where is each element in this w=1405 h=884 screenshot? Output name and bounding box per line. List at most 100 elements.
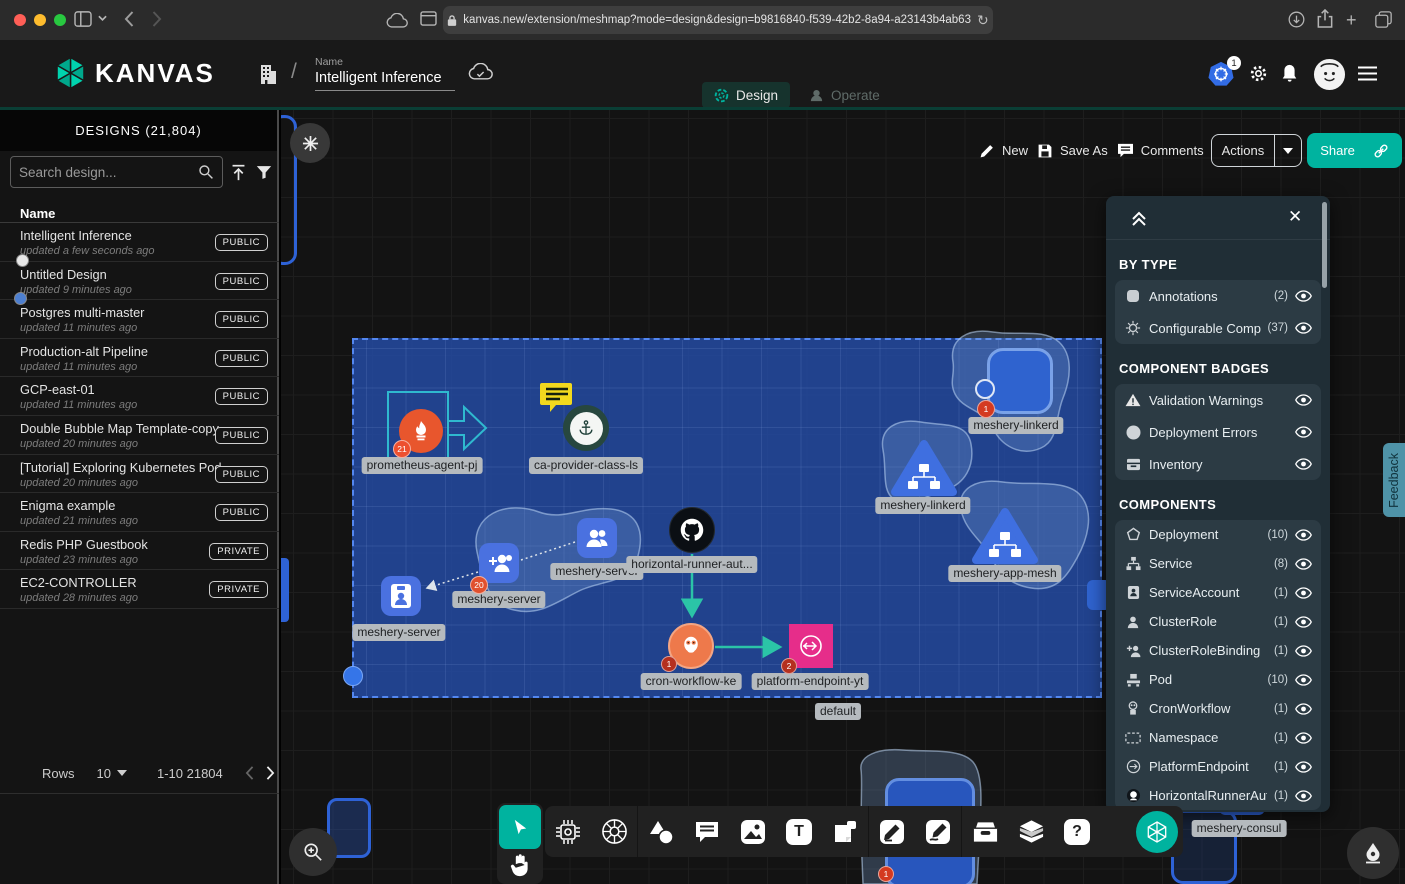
design-name-field[interactable]: Name [315, 56, 455, 91]
component-row-clusterrolebinding[interactable]: ClusterRoleBinding (1) [1115, 636, 1321, 665]
minimize-window-button[interactable] [34, 14, 46, 26]
component-row-clusterrole[interactable]: ClusterRole (1) [1115, 607, 1321, 636]
rows-per-page-caret-icon[interactable] [117, 770, 127, 776]
rows-per-page-value[interactable]: 10 [97, 766, 111, 781]
layer-row-configurable-components[interactable]: Configurable Compon (37) [1115, 312, 1321, 344]
notifications-bell-icon[interactable] [1281, 63, 1298, 82]
badge-row-deployment-errors[interactable]: Deployment Errors [1115, 416, 1321, 448]
node-meshery-linkerd-deployment[interactable] [987, 348, 1053, 414]
comment-tool[interactable] [684, 806, 730, 857]
layers-tool[interactable] [1008, 806, 1054, 857]
eye-icon[interactable] [1295, 790, 1312, 802]
comments-button[interactable]: Comments [1115, 143, 1206, 158]
text-tool[interactable]: T [776, 806, 822, 857]
eye-icon[interactable] [1295, 732, 1312, 744]
reload-icon[interactable]: ↻ [977, 12, 989, 29]
url-bar[interactable]: kanvas.new/extension/meshmap?mode=design… [443, 6, 993, 34]
actions-button-label[interactable]: Actions [1212, 135, 1275, 166]
node-meshery-server-clusterrole[interactable] [577, 518, 617, 558]
image-tool[interactable] [730, 806, 776, 857]
badge-row-validation-warnings[interactable]: Validation Warnings [1115, 384, 1321, 416]
visibility-badge[interactable]: PUBLIC [215, 273, 268, 290]
share-button[interactable]: Share [1307, 133, 1402, 168]
note-tool[interactable] [822, 806, 868, 857]
sketch-tool[interactable] [915, 806, 961, 857]
component-row-platformendpoint[interactable]: PlatformEndpoint (1) [1115, 752, 1321, 781]
filter-icon[interactable] [256, 165, 272, 180]
design-row[interactable]: [Tutorial] Exploring Kubernetes Podupdat… [0, 455, 279, 494]
visibility-badge[interactable]: PUBLIC [215, 388, 268, 405]
eye-icon[interactable] [1295, 674, 1312, 686]
kubernetes-context-icon[interactable]: 1 [1208, 61, 1234, 87]
pen-mode-button[interactable] [1347, 827, 1399, 879]
fullscreen-window-button[interactable] [54, 14, 66, 26]
design-row[interactable]: Enigma exampleupdated 21 minutes agoPUBL… [0, 493, 279, 532]
visibility-badge[interactable]: PUBLIC [215, 311, 268, 328]
sidebar-toggle-icon[interactable] [74, 11, 92, 27]
icloud-icon[interactable] [386, 13, 408, 28]
select-tool-button[interactable] [499, 805, 541, 849]
pan-tool-button[interactable] [509, 853, 530, 877]
visibility-badge[interactable]: PRIVATE [209, 543, 268, 560]
selection-handle[interactable] [343, 666, 363, 686]
design-row[interactable]: Production-alt Pipelineupdated 11 minute… [0, 339, 279, 378]
layer-row-annotations[interactable]: Annotations (2) [1115, 280, 1321, 312]
eye-icon[interactable] [1295, 703, 1312, 715]
downloads-icon[interactable] [1288, 11, 1305, 28]
node-meshery-linkerd-service[interactable] [889, 438, 959, 498]
visibility-badge[interactable]: PUBLIC [215, 504, 268, 521]
component-row-serviceaccount[interactable]: ServiceAccount (1) [1115, 578, 1321, 607]
visibility-badge[interactable]: PUBLIC [215, 427, 268, 444]
import-design-icon[interactable] [230, 164, 247, 181]
eye-icon[interactable] [1295, 322, 1312, 334]
actions-split-button[interactable]: Actions [1211, 134, 1303, 167]
component-row-cronworkflow[interactable]: CronWorkflow (1) [1115, 694, 1321, 723]
design-row[interactable]: Postgres multi-masterupdated 11 minutes … [0, 300, 279, 339]
design-row[interactable]: Intelligent Inferenceupdated a few secon… [0, 223, 279, 262]
node-meshery-server-clusterrolebinding[interactable] [479, 543, 519, 583]
search-input[interactable] [19, 165, 198, 180]
eye-icon[interactable] [1295, 529, 1312, 541]
component-row-service[interactable]: Service (8) [1115, 549, 1321, 578]
tab-design[interactable]: Design [702, 82, 790, 108]
share-icon[interactable] [1317, 9, 1333, 28]
design-row[interactable]: Double Bubble Map Template-copyupdated 2… [0, 416, 279, 455]
comment-annotation[interactable] [540, 381, 574, 413]
visibility-badge[interactable]: PUBLIC [215, 350, 268, 367]
node-ca-provider[interactable] [563, 405, 609, 451]
tab-operate[interactable]: Operate [797, 82, 892, 108]
organization-icon[interactable] [258, 62, 278, 85]
eye-icon[interactable] [1295, 426, 1312, 438]
visibility-badge[interactable]: PRIVATE [209, 581, 268, 598]
save-as-button[interactable]: Save As [1035, 143, 1110, 159]
new-tab-icon[interactable]: + [1346, 10, 1357, 31]
close-window-button[interactable] [14, 14, 26, 26]
previous-page-icon[interactable] [245, 766, 254, 780]
eye-icon[interactable] [1295, 587, 1312, 599]
back-icon[interactable] [124, 11, 134, 27]
arrow-shape-annotation[interactable] [448, 407, 486, 449]
search-box[interactable] [10, 156, 223, 188]
design-name-input[interactable] [315, 68, 455, 91]
collapse-panel-icon[interactable] [1130, 208, 1148, 228]
actions-caret[interactable] [1275, 135, 1301, 166]
eye-icon[interactable] [1295, 558, 1312, 570]
panel-scrollbar[interactable] [1322, 202, 1327, 288]
badge-row-inventory[interactable]: Inventory [1115, 448, 1321, 480]
close-panel-icon[interactable]: ✕ [1288, 207, 1302, 227]
component-row-namespace[interactable]: Namespace (1) [1115, 723, 1321, 752]
forward-icon[interactable] [152, 11, 162, 27]
settings-gear-icon[interactable] [1249, 64, 1268, 83]
design-row[interactable]: EC2-CONTROLLERupdated 28 minutes agoPRIV… [0, 570, 279, 609]
new-button[interactable]: New [977, 143, 1030, 159]
node-horizontal-runner[interactable] [669, 507, 715, 553]
meshery-tool[interactable] [1134, 806, 1180, 857]
edge-pen-tool[interactable] [869, 806, 915, 857]
component-row-deployment[interactable]: Deployment (10) [1115, 520, 1321, 549]
visibility-badge[interactable]: PUBLIC [215, 466, 268, 483]
menu-hamburger-icon[interactable] [1358, 66, 1377, 81]
node-meshery-app-mesh[interactable] [970, 506, 1040, 566]
drawer-tool[interactable] [962, 806, 1008, 857]
eye-icon[interactable] [1295, 458, 1312, 470]
eye-icon[interactable] [1295, 645, 1312, 657]
